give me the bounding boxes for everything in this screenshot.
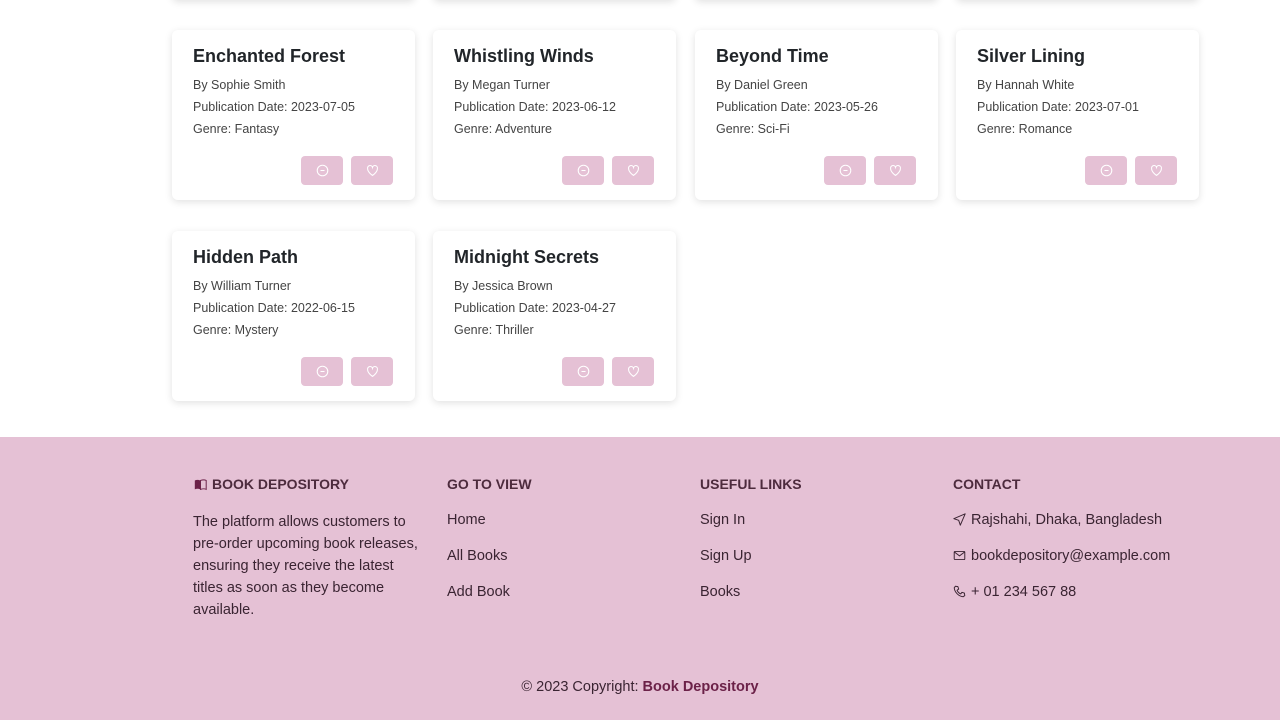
contact-address-text: Rajshahi, Dhaka, Bangladesh [971, 512, 1163, 528]
footer-link-sign-in[interactable]: Sign In [700, 511, 930, 547]
footer-useful-links-heading: USEFUL LINKS [700, 476, 802, 492]
footer-link-books[interactable]: Books [700, 583, 930, 619]
contact-email-text: bookdepository@example.com [971, 548, 1171, 564]
wishlist-button[interactable] [874, 156, 916, 185]
book-title: Enchanted Forest [193, 46, 346, 66]
book-genre: Genre: Sci-Fi [716, 122, 790, 136]
view-details-button[interactable] [301, 357, 343, 386]
book-card: Hidden Path By William Turner Publicatio… [172, 231, 415, 401]
info-circle-icon [316, 365, 328, 378]
wishlist-button[interactable] [351, 156, 393, 185]
book-publication-date: Publication Date: 2022-06-15 [193, 301, 355, 315]
book-publication-date: Publication Date: 2023-06-12 [454, 100, 616, 114]
info-circle-icon [577, 164, 589, 177]
book-card: Beyond Time By Daniel Green Publication … [695, 30, 938, 200]
info-circle-icon [577, 365, 589, 378]
copyright-brand-link[interactable]: Book Depository [643, 679, 759, 695]
book-title: Silver Lining [977, 46, 1086, 66]
book-title: Hidden Path [193, 247, 299, 267]
book-title: Whistling Winds [454, 46, 594, 66]
footer-brand-title: BOOK DEPOSITORY [212, 476, 349, 492]
info-circle-icon [1100, 164, 1112, 177]
view-details-button[interactable] [1085, 156, 1127, 185]
footer-brand-column: BOOK DEPOSITORY The platform allows cust… [193, 475, 423, 621]
send-icon [953, 513, 966, 526]
view-details-button[interactable] [301, 156, 343, 185]
contact-phone-text: + 01 234 567 88 [971, 584, 1077, 600]
contact-phone[interactable]: + 01 234 567 88 [953, 583, 1213, 619]
heart-icon [627, 366, 639, 378]
footer-link-add-book[interactable]: Add Book [447, 583, 677, 619]
footer-link-sign-up[interactable]: Sign Up [700, 547, 930, 583]
heart-icon [627, 165, 639, 177]
book-publication-date: Publication Date: 2023-07-05 [193, 100, 355, 114]
book-author: By Jessica Brown [454, 279, 553, 293]
footer-brand-heading: BOOK DEPOSITORY [193, 475, 423, 493]
wishlist-button[interactable] [351, 357, 393, 386]
heart-icon [1150, 165, 1162, 177]
book-genre: Genre: Adventure [454, 122, 552, 136]
book-genre: Genre: Mystery [193, 323, 279, 337]
book-genre: Genre: Fantasy [193, 122, 280, 136]
book-author: By Sophie Smith [193, 78, 286, 92]
book-author: By Daniel Green [716, 78, 808, 92]
book-title: Midnight Secrets [454, 247, 600, 267]
copyright-prefix: © 2023 Copyright: [521, 679, 643, 695]
wishlist-button[interactable] [1135, 156, 1177, 185]
book-card: Silver Lining By Hannah White Publicatio… [956, 30, 1199, 200]
footer-contact-column: CONTACT Rajshahi, Dhaka, Bangladesh book… [953, 475, 1213, 619]
book-author: By Megan Turner [454, 78, 550, 92]
book-title: Beyond Time [716, 46, 829, 66]
heart-icon [889, 165, 901, 177]
footer-go-to-view-heading: GO TO VIEW [447, 476, 532, 492]
view-details-button[interactable] [562, 156, 604, 185]
heart-icon [366, 366, 378, 378]
view-details-button[interactable] [562, 357, 604, 386]
view-details-button[interactable] [824, 156, 866, 185]
book-author: By Hannah White [977, 78, 1075, 92]
footer-go-to-view-column: GO TO VIEW Home All Books Add Book [447, 475, 677, 619]
book-card: Midnight Secrets By Jessica Brown Public… [433, 231, 676, 401]
footer-link-all-books[interactable]: All Books [447, 547, 677, 583]
wishlist-button[interactable] [612, 357, 654, 386]
footer-contact-heading: CONTACT [953, 476, 1021, 492]
info-circle-icon [839, 164, 851, 177]
book-card: Enchanted Forest By Sophie Smith Publica… [172, 30, 415, 200]
footer-useful-links-column: USEFUL LINKS Sign In Sign Up Books [700, 475, 930, 619]
wishlist-button[interactable] [612, 156, 654, 185]
book-publication-date: Publication Date: 2023-07-01 [977, 100, 1139, 114]
site-footer: BOOK DEPOSITORY The platform allows cust… [0, 437, 1280, 720]
copyright: © 2023 Copyright: Book Depository [0, 679, 1280, 695]
book-genre: Genre: Thriller [454, 323, 534, 337]
book-author: By William Turner [193, 279, 291, 293]
book-icon [194, 478, 207, 490]
contact-address: Rajshahi, Dhaka, Bangladesh [953, 511, 1213, 547]
info-circle-icon [316, 164, 328, 177]
contact-email[interactable]: bookdepository@example.com [953, 547, 1213, 583]
book-genre: Genre: Romance [977, 122, 1073, 136]
heart-icon [366, 165, 378, 177]
book-publication-date: Publication Date: 2023-05-26 [716, 100, 878, 114]
book-card: Whistling Winds By Megan Turner Publicat… [433, 30, 676, 200]
envelope-icon [953, 550, 966, 561]
footer-link-home[interactable]: Home [447, 511, 677, 547]
book-publication-date: Publication Date: 2023-04-27 [454, 301, 616, 315]
footer-description: The platform allows customers to pre-ord… [193, 514, 418, 618]
books-grid: Enchanted Forest By Sophie Smith Publica… [0, 0, 1280, 437]
phone-icon [953, 585, 966, 598]
